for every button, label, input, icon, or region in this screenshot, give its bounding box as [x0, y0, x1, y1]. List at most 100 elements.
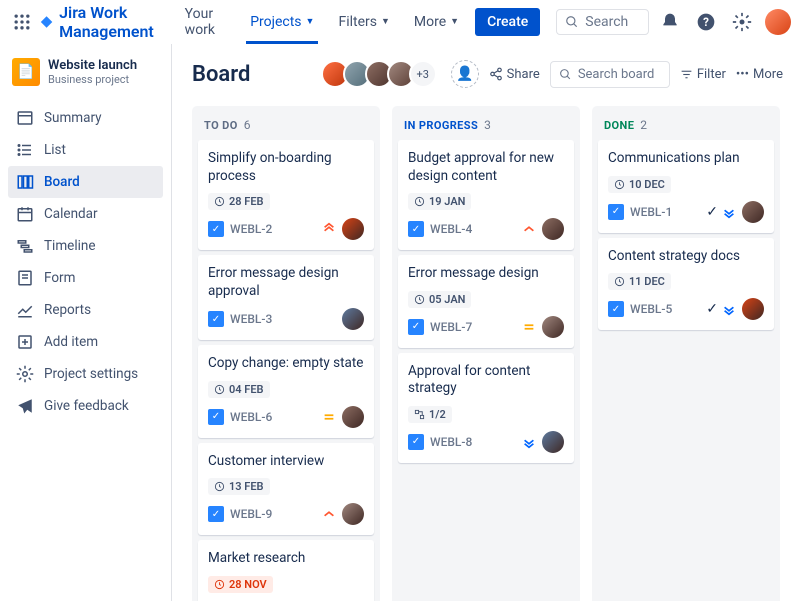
sidebar-icon — [16, 205, 34, 223]
global-search[interactable]: Search — [556, 9, 649, 35]
product-name: Jira Work Management — [59, 3, 169, 41]
card[interactable]: Customer interview13 FEB✓WEBL-9 — [198, 443, 374, 536]
card[interactable]: Error message design05 JAN✓WEBL-7 — [398, 255, 574, 348]
sidebar-item-label: Project settings — [44, 366, 138, 382]
date-chip: 11 DEC — [608, 273, 671, 290]
sidebar-item-summary[interactable]: Summary — [8, 102, 163, 134]
sidebar-item-project-settings[interactable]: Project settings — [8, 358, 163, 390]
sidebar-item-form[interactable]: Form — [8, 262, 163, 294]
sidebar-icon — [16, 301, 34, 319]
assignee-avatar[interactable] — [342, 503, 364, 525]
sidebar-icon — [16, 333, 34, 351]
sidebar-item-label: Form — [44, 270, 75, 286]
assignee-avatar[interactable] — [542, 218, 564, 240]
card[interactable]: Content strategy docs11 DEC✓WEBL-5✓ — [598, 238, 774, 331]
sidebar-icon — [16, 109, 34, 127]
subtask-icon — [414, 409, 425, 420]
project-header[interactable]: 📄 Website launch Business project — [8, 54, 163, 90]
sidebar-item-label: Reports — [44, 302, 91, 318]
clock-icon — [614, 179, 625, 190]
product-logo[interactable]: Jira Work Management — [40, 3, 169, 41]
clock-icon — [214, 481, 225, 492]
task-type-icon: ✓ — [208, 506, 224, 522]
nav-projects[interactable]: Projects▼ — [242, 0, 322, 44]
card-key: WEBL-7 — [430, 320, 472, 334]
date-chip: 05 JAN — [408, 291, 471, 308]
card-key: WEBL-8 — [430, 435, 472, 449]
help-icon[interactable]: ? — [693, 9, 719, 35]
assignee-avatar[interactable] — [342, 218, 364, 240]
column-done: DONE2Communications plan10 DEC✓WEBL-1✓Co… — [592, 106, 780, 601]
column-name: TO DO — [204, 119, 238, 132]
sidebar-item-list[interactable]: List — [8, 134, 163, 166]
profile-avatar[interactable] — [765, 9, 791, 35]
card[interactable]: Market research28 NOV✓WEBL-10 — [198, 540, 374, 601]
sidebar-item-calendar[interactable]: Calendar — [8, 198, 163, 230]
sidebar-item-board[interactable]: Board — [8, 166, 163, 198]
priority-high-icon — [522, 222, 536, 236]
card-title: Budget approval for new design content — [408, 150, 564, 185]
sidebar-icon — [16, 397, 34, 415]
create-button[interactable]: Create — [475, 8, 540, 36]
assignee-avatar[interactable] — [542, 316, 564, 338]
more-button[interactable]: ••• More — [736, 67, 783, 82]
task-type-icon: ✓ — [608, 301, 624, 317]
sidebar-icon — [16, 141, 34, 159]
sidebar-item-give-feedback[interactable]: Give feedback — [8, 390, 163, 422]
assignee-avatar[interactable] — [742, 201, 764, 223]
card[interactable]: Error message design approval✓WEBL-3 — [198, 255, 374, 340]
task-type-icon: ✓ — [608, 204, 624, 220]
sidebar-item-label: Timeline — [44, 238, 96, 254]
task-type-icon: ✓ — [408, 221, 424, 237]
card-key: WEBL-3 — [230, 312, 272, 326]
chevron-down-icon: ▼ — [306, 16, 315, 27]
sidebar-icon — [16, 365, 34, 383]
card-key: WEBL-9 — [230, 507, 272, 521]
column-todo: TO DO6Simplify on-boarding process28 FEB… — [192, 106, 380, 601]
app-switcher-icon[interactable] — [12, 10, 32, 34]
search-placeholder: Search — [585, 14, 628, 30]
settings-icon[interactable] — [729, 9, 755, 35]
card[interactable]: Copy change: empty state04 FEB✓WEBL-6 — [198, 345, 374, 438]
assignee-avatar[interactable] — [742, 298, 764, 320]
card[interactable]: Communications plan10 DEC✓WEBL-1✓ — [598, 140, 774, 233]
nav-more[interactable]: More▼ — [406, 0, 467, 44]
sidebar-icon — [16, 173, 34, 191]
card-key: WEBL-4 — [430, 222, 472, 236]
assignee-avatar[interactable] — [342, 406, 364, 428]
nav-filters[interactable]: Filters▼ — [330, 0, 397, 44]
card[interactable]: Simplify on-boarding process28 FEB✓WEBL-… — [198, 140, 374, 250]
clock-icon — [214, 384, 225, 395]
board-avatars[interactable]: +3 — [321, 60, 437, 88]
card-title: Copy change: empty state — [208, 355, 364, 373]
filter-button[interactable]: Filter — [680, 67, 726, 82]
nav-your-work[interactable]: Your work — [177, 0, 235, 44]
avatar-overflow[interactable]: +3 — [409, 60, 437, 88]
add-people-button[interactable]: 👤 — [451, 60, 479, 88]
sidebar-item-reports[interactable]: Reports — [8, 294, 163, 326]
sidebar-item-label: List — [44, 142, 66, 158]
task-type-icon: ✓ — [208, 311, 224, 327]
sidebar-item-timeline[interactable]: Timeline — [8, 230, 163, 262]
assignee-avatar[interactable] — [542, 431, 564, 453]
share-button[interactable]: Share — [489, 67, 540, 82]
search-icon — [565, 15, 579, 29]
card[interactable]: Approval for content strategy1/2✓WEBL-8 — [398, 353, 574, 463]
project-icon: 📄 — [12, 58, 40, 86]
card-key: WEBL-2 — [230, 222, 272, 236]
svg-text:?: ? — [703, 15, 709, 29]
card-title: Market research — [208, 550, 364, 568]
notifications-icon[interactable] — [657, 9, 683, 35]
sidebar-item-label: Give feedback — [44, 398, 129, 414]
board-search[interactable]: Search board — [550, 61, 670, 88]
filter-icon — [680, 68, 693, 81]
card[interactable]: Budget approval for new design content19… — [398, 140, 574, 250]
priority-low-icon — [722, 302, 736, 316]
assignee-avatar[interactable] — [342, 308, 364, 330]
priority-low-icon — [522, 435, 536, 449]
column-progress: IN PROGRESS3Budget approval for new desi… — [392, 106, 580, 601]
sidebar-item-add-item[interactable]: Add item — [8, 326, 163, 358]
clock-icon — [214, 579, 225, 590]
clock-icon — [614, 276, 625, 287]
sidebar-item-label: Add item — [44, 334, 98, 350]
